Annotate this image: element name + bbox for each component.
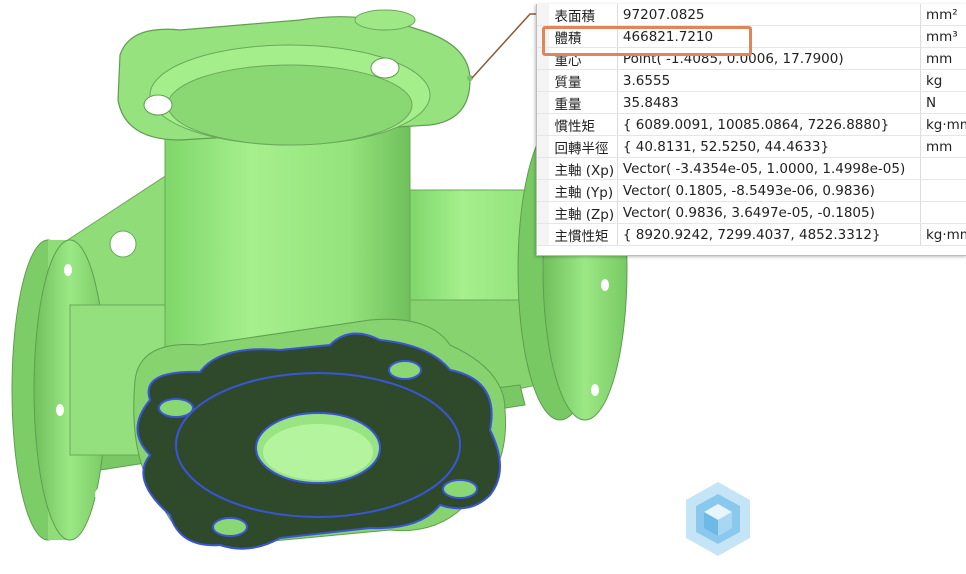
property-label: 主軸 (Yp) bbox=[549, 179, 618, 202]
property-value: { 40.8131, 52.5250, 44.4633} bbox=[617, 135, 921, 158]
property-value: Vector( -3.4354e-05, 1.0000, 1.4998e-05) bbox=[617, 157, 921, 180]
property-label: 慣性矩 bbox=[549, 113, 618, 136]
property-unit bbox=[920, 201, 966, 224]
property-row[interactable]: 主軸 (Zp) Vector( 0.9836, 3.6497e-05, -0.18… bbox=[537, 201, 966, 224]
property-row[interactable]: 質量 3.6555 kg bbox=[537, 69, 966, 92]
property-label: 重量 bbox=[549, 91, 618, 114]
property-unit: mm³ bbox=[920, 25, 966, 48]
property-unit: kg bbox=[920, 69, 966, 92]
top-flange bbox=[117, 9, 473, 146]
property-row[interactable]: 主慣性矩{ 8920.9242, 7299.4037, 4852.3312} kg… bbox=[537, 223, 966, 246]
volume-highlight-box bbox=[542, 26, 752, 56]
property-unit: mm bbox=[920, 47, 966, 70]
bottom-flange[interactable] bbox=[133, 318, 507, 550]
property-row[interactable]: 重量 35.8483 N bbox=[537, 91, 966, 114]
leader-line bbox=[471, 13, 540, 79]
row-gutter bbox=[537, 135, 550, 158]
property-label: 表面積 bbox=[549, 4, 618, 26]
property-value: 97207.0825 bbox=[617, 4, 921, 26]
property-row[interactable]: 主軸 (Xp) Vector( -3.4354e-05, 1.0000, 1.49… bbox=[537, 157, 966, 180]
row-gutter bbox=[537, 223, 550, 246]
row-gutter bbox=[537, 113, 550, 136]
property-unit: mm bbox=[920, 135, 966, 158]
row-gutter bbox=[537, 4, 550, 26]
row-gutter bbox=[537, 179, 550, 202]
cube-logo-icon bbox=[686, 482, 750, 556]
property-unit bbox=[920, 179, 966, 202]
property-label: 主慣性矩 bbox=[549, 223, 618, 246]
property-unit: mm² bbox=[920, 4, 966, 26]
property-unit: kg·mm bbox=[920, 223, 966, 246]
row-gutter bbox=[537, 157, 550, 180]
property-value: 3.6555 bbox=[617, 69, 921, 92]
property-label: 回轉半徑 bbox=[549, 135, 618, 158]
property-unit: N bbox=[920, 91, 966, 114]
property-value: Vector( 0.1805, -8.5493e-06, 0.9836) bbox=[617, 179, 921, 202]
property-value: Vector( 0.9836, 3.6497e-05, -0.1805) bbox=[617, 201, 921, 224]
row-gutter bbox=[537, 69, 550, 92]
property-unit bbox=[920, 157, 966, 180]
property-label: 主軸 (Zp) bbox=[549, 201, 618, 224]
property-value: { 6089.0091, 10085.0864, 7226.8880} bbox=[617, 113, 921, 136]
rib-hole bbox=[109, 230, 137, 258]
property-value: { 8920.9242, 7299.4037, 4852.3312} bbox=[617, 223, 921, 246]
property-value: 35.8483 bbox=[617, 91, 921, 114]
row-gutter bbox=[537, 201, 550, 224]
property-row[interactable]: 回轉半徑{ 40.8131, 52.5250, 44.4633} mm bbox=[537, 135, 966, 158]
property-row[interactable]: 表面積 97207.0825 mm² bbox=[537, 4, 966, 26]
property-row[interactable]: 慣性矩{ 6089.0091, 10085.0864, 7226.8880} kg… bbox=[537, 113, 966, 136]
row-gutter bbox=[537, 91, 550, 114]
property-label: 主軸 (Xp) bbox=[549, 157, 618, 180]
property-row[interactable]: 主軸 (Yp) Vector( 0.1805, -8.5493e-06, 0.98… bbox=[537, 179, 966, 202]
property-label: 質量 bbox=[549, 69, 618, 92]
property-unit: kg·mm bbox=[920, 113, 966, 136]
